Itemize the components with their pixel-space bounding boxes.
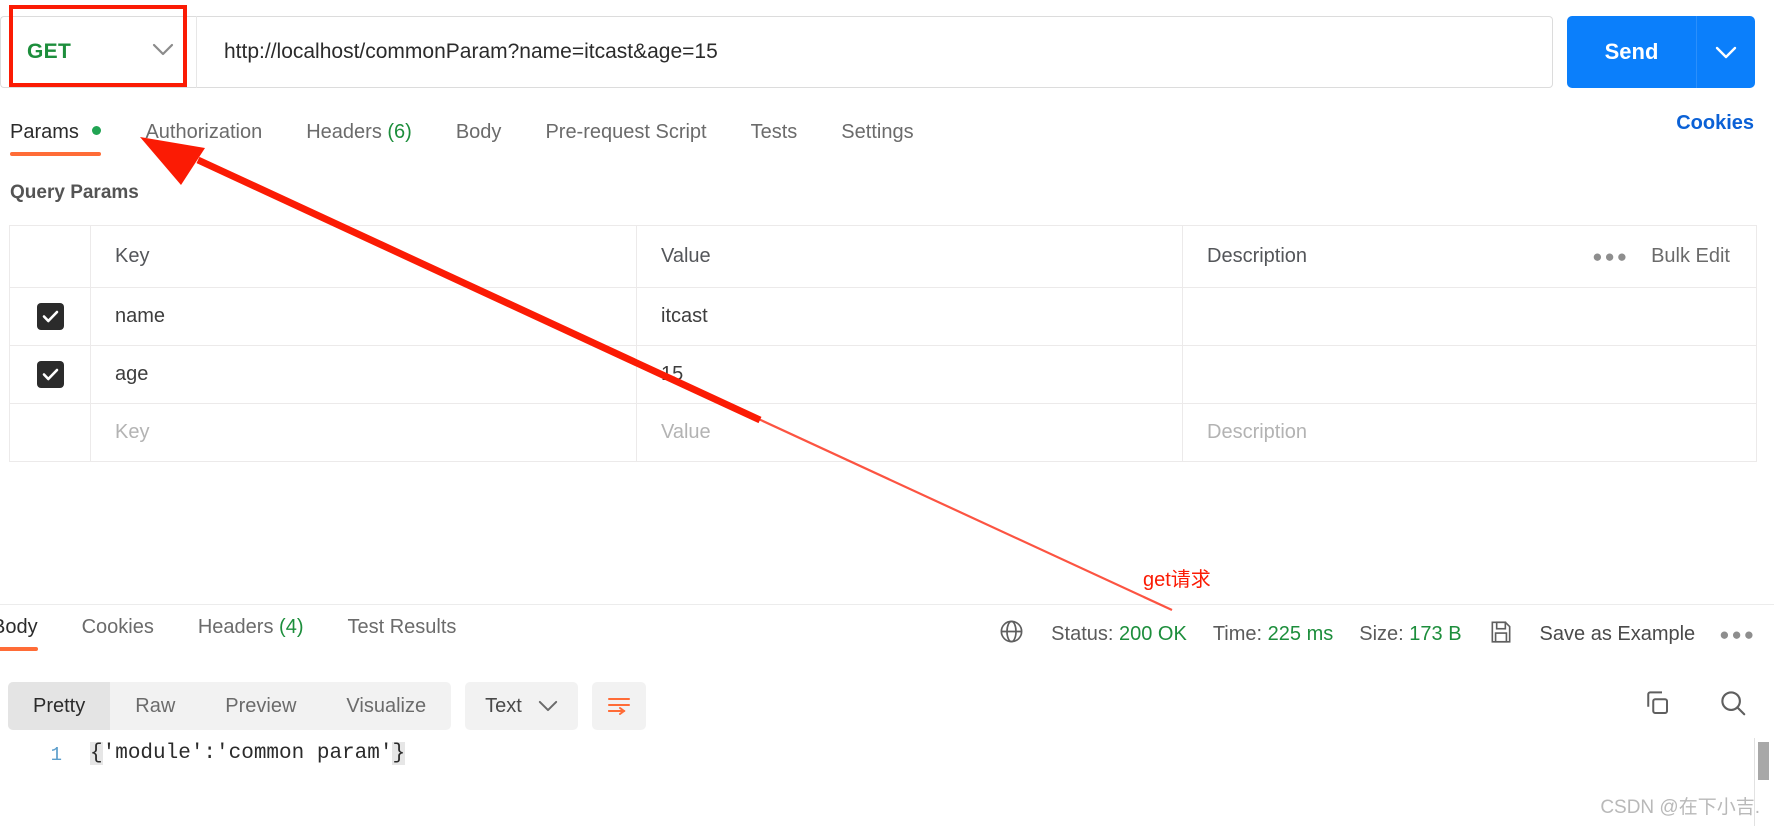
request-tabs: Params Authorization Headers (6) Body Pr… (0, 112, 1774, 164)
status-group: Status: 200 OK (1051, 623, 1187, 646)
tab-authorization[interactable]: Authorization (145, 121, 262, 156)
annotation-label: get请求 (1143, 569, 1211, 591)
scrollbar-thumb[interactable] (1758, 742, 1769, 780)
bulk-edit-button[interactable]: Bulk Edit (1651, 245, 1730, 268)
time-label: Time: (1212, 623, 1263, 645)
response-tab-body[interactable]: Body (0, 616, 38, 651)
response-tab-test-results[interactable]: Test Results (347, 616, 456, 651)
more-horizontal-icon[interactable]: ●●● (1592, 247, 1629, 267)
http-method-selector[interactable]: GET (0, 16, 196, 88)
response-divider (0, 604, 1774, 605)
send-button-group: Send (1567, 16, 1755, 88)
new-row-value-input[interactable]: Value (637, 421, 711, 444)
status-label: Status: (1051, 623, 1114, 645)
table-row: name itcast (10, 288, 1756, 346)
time-group: Time: 225 ms (1213, 623, 1333, 646)
tab-authorization-label: Authorization (145, 120, 263, 143)
tab-tests[interactable]: Tests (751, 121, 798, 156)
params-modified-dot-icon (92, 125, 102, 135)
request-url-field[interactable] (196, 16, 1553, 88)
row-checkbox[interactable] (36, 361, 64, 388)
query-params-table: Key Value Description ●●● Bulk Edit name… (9, 225, 1757, 462)
tab-settings[interactable]: Settings (841, 121, 913, 156)
line-number: 1 (50, 744, 62, 766)
header-check-cell (10, 226, 91, 287)
status-value: 200 OK (1119, 623, 1187, 645)
view-mode-segmented-control: Pretty Raw Preview Visualize (8, 682, 452, 730)
chevron-down-icon (538, 695, 558, 718)
body-format-label: Text (485, 694, 522, 717)
send-button[interactable]: Send (1567, 16, 1697, 88)
response-tab-cookies-label: Cookies (81, 616, 154, 638)
column-header-key: Key (115, 245, 150, 267)
size-value: 173 B (1409, 623, 1462, 645)
new-row-description-input[interactable]: Description (1183, 421, 1307, 444)
response-tab-headers[interactable]: Headers (4) (198, 616, 304, 651)
response-tab-test-results-label: Test Results (347, 616, 457, 638)
response-tab-cookies[interactable]: Cookies (82, 616, 154, 651)
table-row: age 15 (10, 346, 1756, 404)
tab-params-label: Params (10, 120, 79, 143)
tab-settings-label: Settings (841, 120, 914, 143)
response-tabs: Body Cookies Headers (4) Test Results (0, 616, 500, 651)
body-format-selector[interactable]: Text (465, 682, 578, 730)
response-tab-body-label: Body (0, 616, 38, 638)
request-url-row: GET Send (0, 16, 1774, 88)
row-value[interactable]: 15 (637, 363, 683, 386)
view-mode-preview[interactable]: Preview (200, 682, 321, 730)
url-input[interactable] (197, 40, 1552, 64)
search-icon[interactable] (1718, 688, 1748, 723)
tab-pre-request-script-label: Pre-request Script (545, 120, 707, 143)
cookies-link[interactable]: Cookies (1676, 112, 1754, 135)
watermark: CSDN @在下小吉. (1600, 797, 1760, 818)
tab-params[interactable]: Params (10, 120, 102, 156)
size-label: Size: (1359, 623, 1404, 645)
save-disk-icon[interactable] (1488, 619, 1514, 651)
wrap-lines-icon[interactable] (591, 682, 646, 730)
tab-headers-label: Headers (306, 120, 382, 143)
row-checkbox[interactable] (36, 303, 64, 330)
response-view-toolbar: Pretty Raw Preview Visualize Text (8, 682, 646, 730)
tab-pre-request-script[interactable]: Pre-request Script (545, 121, 706, 156)
response-body-text: {'module':'common param'} (62, 740, 406, 765)
tab-headers[interactable]: Headers (6) (306, 121, 412, 156)
new-row-key-input[interactable]: Key (91, 421, 149, 444)
response-body-actions (1642, 688, 1748, 723)
copy-icon[interactable] (1642, 688, 1672, 723)
column-header-description: Description (1207, 245, 1308, 267)
size-group: Size: 173 B (1359, 623, 1461, 646)
send-options-chevron-down-icon[interactable] (1697, 16, 1755, 88)
save-as-example-button[interactable]: Save as Example (1540, 623, 1696, 646)
time-value: 225 ms (1267, 623, 1334, 645)
row-key[interactable]: name (91, 305, 165, 328)
postman-window: GET Send Params Authorization Headers (6… (0, 0, 1774, 827)
response-tab-headers-count: (4) (279, 616, 304, 638)
view-mode-pretty[interactable]: Pretty (8, 682, 111, 730)
row-key[interactable]: age (91, 363, 148, 386)
body-content: 'module':'common param' (102, 742, 393, 765)
response-tab-headers-label: Headers (197, 616, 274, 638)
response-status-bar: Status: 200 OK Time: 225 ms Size: 173 B … (998, 618, 1756, 651)
query-params-title: Query Params (10, 182, 139, 203)
tab-headers-count: (6) (387, 120, 412, 143)
view-mode-visualize[interactable]: Visualize (321, 682, 451, 730)
row-value[interactable]: itcast (637, 305, 708, 328)
table-row-empty: Key Value Description (10, 404, 1756, 462)
chevron-down-icon[interactable] (152, 43, 174, 61)
http-method-label: GET (27, 40, 72, 63)
tab-body[interactable]: Body (456, 121, 502, 156)
table-header-row: Key Value Description ●●● Bulk Edit (10, 226, 1756, 288)
tab-tests-label: Tests (750, 120, 798, 143)
response-more-horizontal-icon[interactable]: ●●● (1719, 625, 1756, 645)
open-brace: { (90, 742, 103, 765)
view-mode-raw[interactable]: Raw (110, 682, 200, 730)
globe-icon[interactable] (998, 618, 1025, 651)
column-header-value: Value (661, 245, 711, 267)
tab-body-label: Body (455, 120, 502, 143)
response-body-viewer[interactable]: 1 {'module':'common param'} (0, 740, 1774, 800)
close-brace: } (392, 742, 406, 765)
